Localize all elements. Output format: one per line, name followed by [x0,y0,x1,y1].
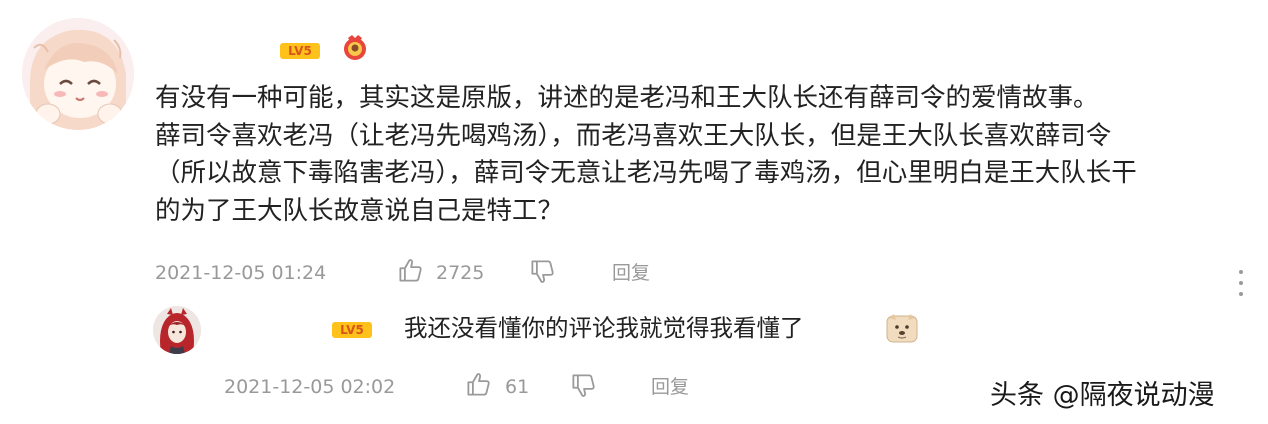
reply-timestamp: 2021-12-05 02:02 [224,376,396,398]
anime-girl-avatar-icon [22,18,134,130]
comment-body: 有没有一种可能，其实这是原版，讲述的是老冯和王大队长还有薛司令的爱情故事。 薛司… [155,80,1225,230]
thumbs-up-icon[interactable] [465,371,492,398]
medal-icon [344,35,366,60]
reply-button[interactable]: 回复 [612,261,650,285]
thumbs-down-icon[interactable] [570,372,597,399]
watermark: 头条 @隔夜说动漫 [990,380,1215,411]
reply-body: 我还没看懂你的评论我就觉得我看懂了 [404,314,804,342]
red-hair-character-avatar-icon [153,306,201,354]
level-badge: LV5 [280,43,320,59]
comment-line: 的为了王大队长故意说自己是特工？ [155,195,564,226]
like-count: 61 [505,376,530,398]
comment-line: （所以故意下毒陷害老冯），薛司令无意让老冯先喝了毒鸡汤，但心里明白是王大队长干 [155,158,1137,188]
commenter-avatar[interactable] [22,18,134,130]
thumbs-down-icon[interactable] [529,258,556,285]
like-count: 2725 [436,262,485,284]
comment-line: 薛司令喜欢老冯（让老冯先喝鸡汤），而老冯喜欢王大队长，但是王大队长喜欢薛司令 [155,120,1112,151]
doge-emoji-icon [886,314,918,343]
comment-timestamp: 2021-12-05 01:24 [155,262,327,284]
more-vertical-icon[interactable] [1236,268,1246,298]
reply-button[interactable]: 回复 [651,375,689,399]
level-badge: LV5 [332,322,372,338]
reply-avatar[interactable] [153,306,201,354]
thumbs-up-icon[interactable] [397,257,424,284]
comment-line: 有没有一种可能，其实这是原版，讲述的是老冯和王大队长还有薛司令的爱情故事。 [155,83,1099,113]
